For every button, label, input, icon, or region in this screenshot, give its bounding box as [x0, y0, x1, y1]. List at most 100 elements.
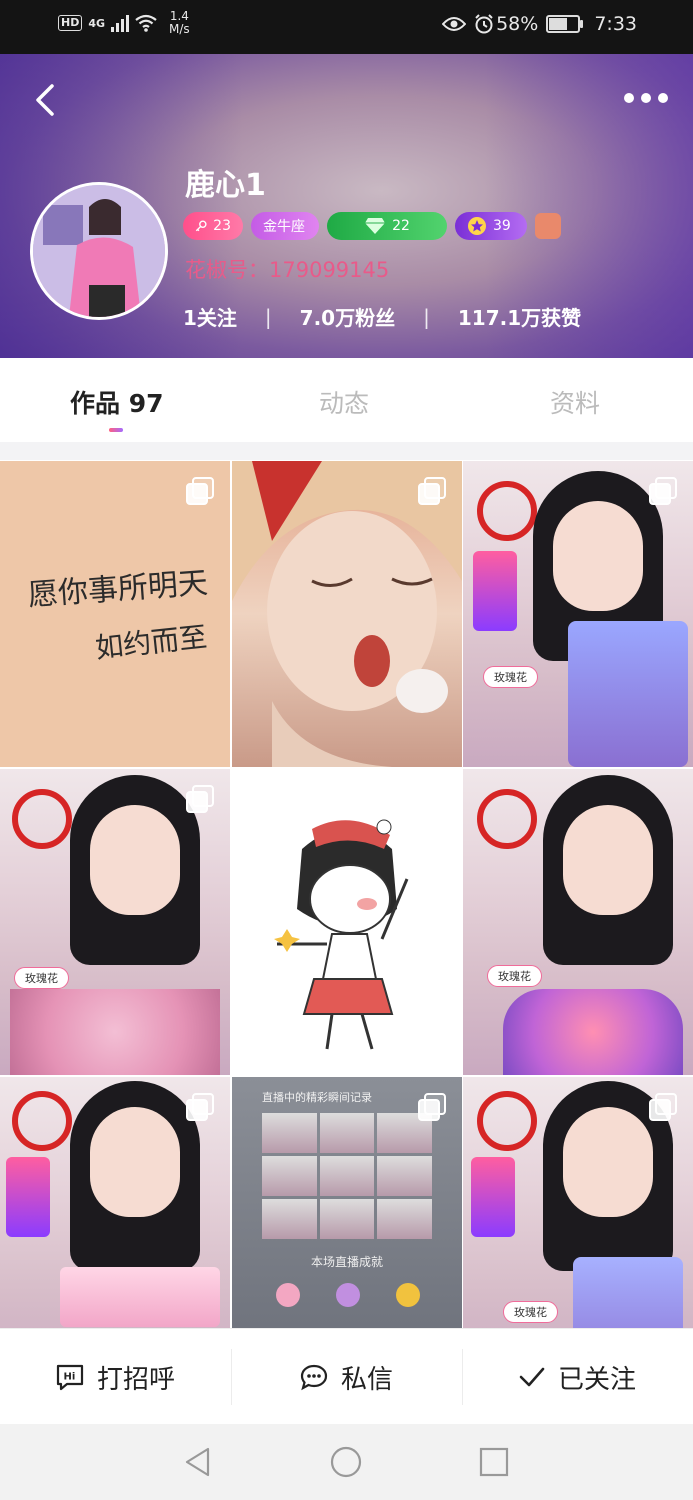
- badge-row: 23 金牛座 22 39: [183, 212, 561, 240]
- achievement-title: 本场直播成就: [310, 1255, 383, 1269]
- pk-panel: [6, 1157, 50, 1237]
- network-type: 4G: [88, 16, 106, 30]
- chinese-knot-decoration: [477, 1091, 537, 1151]
- user-id: 花椒号：179099145: [185, 258, 390, 282]
- followed-button[interactable]: 已关注: [462, 1329, 692, 1425]
- work-item[interactable]: 玫瑰花: [463, 769, 693, 1075]
- signal-icon: [111, 14, 130, 32]
- multi-image-icon: [186, 1093, 214, 1121]
- work-item[interactable]: [232, 769, 462, 1075]
- chinese-knot-decoration: [12, 789, 72, 849]
- fans-badge-value: 22: [392, 218, 410, 234]
- gift-tag: 玫瑰花: [14, 967, 69, 989]
- gift-badge-icon[interactable]: [535, 213, 561, 239]
- chinese-knot-decoration: [477, 481, 537, 541]
- level-value: 23: [213, 218, 231, 234]
- chat-bubble-icon: [300, 1364, 328, 1391]
- multi-image-icon: [186, 785, 214, 813]
- tab-indicator: [109, 428, 123, 432]
- chinese-knot-decoration: [477, 789, 537, 849]
- tab-profile[interactable]: 资料: [550, 384, 600, 420]
- followed-label: 已关注: [557, 1364, 636, 1395]
- gift-tag: 玫瑰花: [483, 666, 538, 688]
- speed-unit: M/s: [169, 22, 190, 36]
- flower-effect: [10, 989, 220, 1075]
- clock: 7:33: [594, 13, 637, 35]
- calligraphy-text: 如约而至: [93, 620, 209, 665]
- streamer-face: [90, 1107, 180, 1217]
- network-speed: 1.4 M/s: [169, 10, 190, 36]
- svg-text:Hi: Hi: [63, 1372, 75, 1383]
- multi-image-icon: [649, 1093, 677, 1121]
- hi-bubble-icon: Hi: [56, 1364, 84, 1391]
- profile-header: 鹿心1 23 金牛座 22 39 花椒号：179099145 1关注 | 7.0…: [0, 54, 693, 358]
- pk-panel: [471, 1157, 515, 1237]
- greet-label: 打招呼: [96, 1364, 175, 1395]
- gift-tag: 玫瑰花: [487, 965, 542, 987]
- multi-image-icon: [418, 477, 446, 505]
- zodiac-badge[interactable]: 金牛座: [251, 212, 319, 240]
- hd-indicator: HD: [58, 15, 83, 31]
- highlight-title: 直播中的精彩瞬间记录: [262, 1091, 372, 1104]
- highlight-thumbnails: [262, 1113, 432, 1239]
- multi-image-icon: [649, 477, 677, 505]
- nickname: 鹿心1: [185, 168, 266, 203]
- multi-image-icon: [186, 477, 214, 505]
- zodiac-label: 金牛座: [263, 219, 305, 235]
- gift-animation: [568, 621, 688, 767]
- alarm-icon: [475, 14, 493, 34]
- diamond-icon: [365, 218, 386, 234]
- status-right: 58% 7:33: [442, 13, 637, 35]
- greet-button[interactable]: Hi 打招呼: [0, 1329, 230, 1425]
- likes-count: 117.1万获赞: [457, 306, 582, 330]
- stats-row: 1关注 | 7.0万粉丝 | 117.1万获赞: [183, 302, 581, 331]
- key-icon: [195, 220, 207, 232]
- anime-illustration: [232, 461, 462, 767]
- triangle-back-icon[interactable]: [182, 1446, 214, 1478]
- streamer-face: [563, 1107, 653, 1217]
- square-recents-icon[interactable]: [478, 1446, 510, 1478]
- work-item[interactable]: 愿你事所明天 如约而至: [0, 461, 230, 767]
- back-arrow-icon[interactable]: [26, 80, 66, 120]
- work-item[interactable]: 玫瑰花: [0, 769, 230, 1075]
- cartoon-girl-illustration: [274, 819, 409, 1050]
- level-badge[interactable]: 23: [183, 212, 243, 240]
- work-item[interactable]: 玫瑰花: [463, 461, 693, 767]
- fans-count[interactable]: 7.0万粉丝: [300, 302, 395, 331]
- tab-dynamic[interactable]: 动态: [319, 384, 369, 420]
- status-left: HD 4G 1.4 M/s: [58, 10, 190, 36]
- following-count[interactable]: 1关注: [183, 302, 237, 331]
- streamer-face: [90, 805, 180, 915]
- action-bar: Hi 打招呼 私信 已关注: [0, 1328, 693, 1425]
- work-item[interactable]: [232, 461, 462, 767]
- star-shield-icon: [468, 217, 486, 235]
- status-bar: HD 4G 1.4 M/s 58% 7:33: [0, 0, 693, 54]
- wifi-icon: [135, 14, 157, 32]
- vip-value: 39: [493, 218, 511, 234]
- multi-image-icon: [418, 1093, 446, 1121]
- eye-icon: [442, 17, 467, 31]
- checkmark-icon: [519, 1367, 545, 1387]
- stats-separator: |: [264, 304, 272, 329]
- system-nav-bar: [0, 1424, 693, 1500]
- streamer-face: [563, 805, 653, 915]
- achievement-icons: [276, 1283, 420, 1307]
- avatar-image: [33, 185, 165, 317]
- vip-badge[interactable]: 39: [455, 212, 527, 240]
- section-divider: [0, 442, 693, 460]
- profile-tabs: 作品 97 动态 资料: [0, 358, 693, 442]
- castle-gift-effect: [60, 1267, 220, 1327]
- chinese-knot-decoration: [12, 1091, 72, 1151]
- fan-club-badge[interactable]: 22: [327, 212, 447, 240]
- gift-tag: 玫瑰花: [503, 1301, 558, 1323]
- tab-works[interactable]: 作品 97: [70, 384, 164, 420]
- pk-panel: [473, 551, 517, 631]
- more-dots-icon[interactable]: [621, 86, 671, 110]
- message-button[interactable]: 私信: [231, 1329, 461, 1425]
- rose-gift-effect: [503, 989, 683, 1075]
- avatar[interactable]: [30, 182, 168, 320]
- stats-separator: |: [423, 304, 430, 329]
- calligraphy-text: 愿你事所明天: [26, 565, 209, 614]
- circle-home-icon[interactable]: [330, 1446, 362, 1478]
- battery-percent: 58%: [496, 13, 539, 35]
